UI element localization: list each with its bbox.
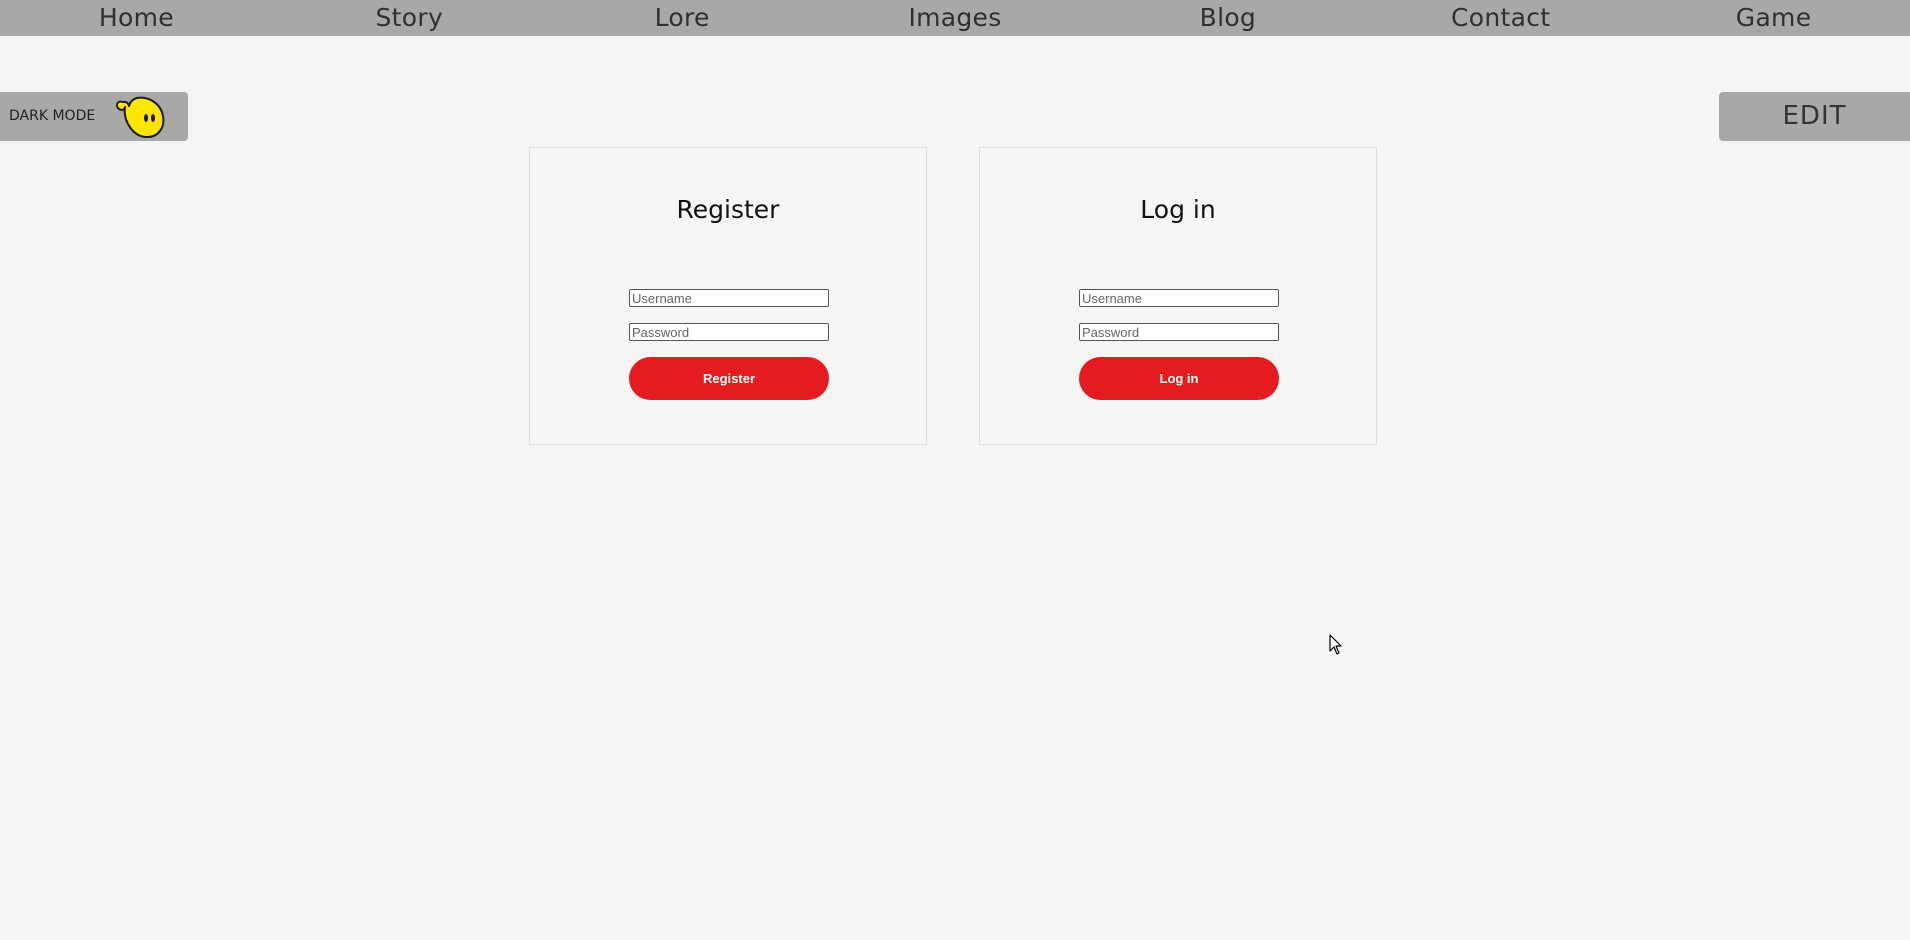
nav-item-story[interactable]: Story	[273, 0, 546, 36]
moon-icon	[115, 96, 165, 138]
nav-item-blog[interactable]: Blog	[1091, 0, 1364, 36]
login-title: Log in	[1140, 195, 1216, 224]
nav-item-home[interactable]: Home	[0, 0, 273, 36]
login-username-input[interactable]	[1079, 289, 1279, 307]
register-password-input[interactable]	[629, 323, 829, 341]
login-button[interactable]: Log in	[1079, 357, 1279, 400]
dark-mode-label: DARK MODE	[9, 108, 96, 124]
register-button[interactable]: Register	[629, 357, 829, 400]
nav-item-lore[interactable]: Lore	[546, 0, 819, 36]
login-card: Log in Log in	[979, 147, 1377, 445]
login-password-input[interactable]	[1079, 323, 1279, 341]
dark-mode-toggle[interactable]: DARK MODE	[0, 92, 188, 141]
nav-item-contact[interactable]: Contact	[1364, 0, 1637, 36]
top-nav: Home Story Lore Images Blog Contact Game	[0, 0, 1910, 36]
mouse-cursor-icon	[1329, 634, 1342, 655]
register-username-input[interactable]	[629, 289, 829, 307]
nav-item-images[interactable]: Images	[819, 0, 1092, 36]
nav-item-game[interactable]: Game	[1637, 0, 1910, 36]
register-card: Register Register	[529, 147, 927, 445]
edit-button[interactable]: EDIT	[1719, 92, 1910, 141]
register-title: Register	[676, 195, 780, 224]
